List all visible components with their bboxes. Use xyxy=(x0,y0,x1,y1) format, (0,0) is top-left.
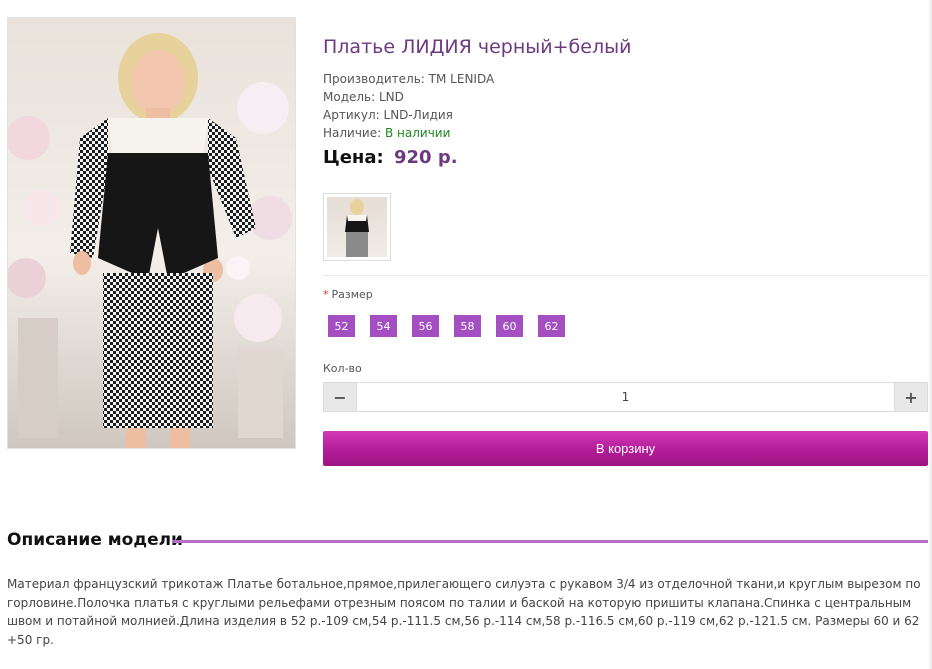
plus-icon: + xyxy=(904,387,918,407)
manufacturer-value[interactable]: TM LENIDA xyxy=(429,72,495,86)
product-meta: Производитель: TM LENIDA Модель: LND Арт… xyxy=(323,70,494,142)
availability-label: Наличие: xyxy=(323,126,382,140)
size-option-58[interactable]: 58 xyxy=(454,315,481,337)
required-mark: * xyxy=(323,288,329,301)
description-rule xyxy=(172,540,928,543)
size-option-62[interactable]: 62 xyxy=(538,315,565,337)
add-to-cart-button[interactable]: В корзину xyxy=(323,431,928,466)
description-heading: Описание модели xyxy=(7,530,183,550)
scroll-edge-shadow xyxy=(928,0,932,669)
availability-status: В наличии xyxy=(385,126,451,140)
quantity-increase-button[interactable]: + xyxy=(895,383,927,411)
section-divider xyxy=(323,275,928,276)
size-label: * Размер xyxy=(323,288,373,301)
sku-label: Артикул: xyxy=(323,108,380,122)
product-main-image[interactable] xyxy=(7,17,296,449)
size-option-54[interactable]: 54 xyxy=(370,315,397,337)
price-value: 920 р. xyxy=(393,147,458,168)
size-options: 52 54 56 58 60 62 xyxy=(328,315,565,337)
minus-icon: − xyxy=(333,387,347,407)
manufacturer-label: Производитель: xyxy=(323,72,425,86)
model-label: Модель: xyxy=(323,90,376,104)
quantity-input[interactable] xyxy=(356,383,895,411)
size-option-56[interactable]: 56 xyxy=(412,315,439,337)
description-text: Материал французский трикотаж Платье бот… xyxy=(7,577,921,647)
model-value: LND xyxy=(379,90,404,104)
price-line: Цена: 920 р. xyxy=(323,147,458,168)
product-thumbnail[interactable] xyxy=(323,193,391,261)
size-label-text: Размер xyxy=(331,288,373,301)
model-row: Модель: LND xyxy=(323,88,494,106)
quantity-decrease-button[interactable]: − xyxy=(324,383,356,411)
dress-photo-illustration xyxy=(8,33,292,448)
thumbnail-image xyxy=(327,197,387,257)
quantity-label: Кол-во xyxy=(323,362,362,375)
manufacturer-row: Производитель: TM LENIDA xyxy=(323,70,494,88)
size-option-60[interactable]: 60 xyxy=(496,315,523,337)
sku-row: Артикул: LND-Лидия xyxy=(323,106,494,124)
size-option-52[interactable]: 52 xyxy=(328,315,355,337)
sku-value: LND-Лидия xyxy=(383,108,453,122)
availability-row: Наличие: В наличии xyxy=(323,124,494,142)
product-title: Платье ЛИДИЯ черный+белый xyxy=(323,36,632,58)
price-label: Цена: xyxy=(323,147,384,168)
thumbnail-dress-illustration xyxy=(345,199,369,257)
quantity-stepper: − + xyxy=(323,382,928,412)
